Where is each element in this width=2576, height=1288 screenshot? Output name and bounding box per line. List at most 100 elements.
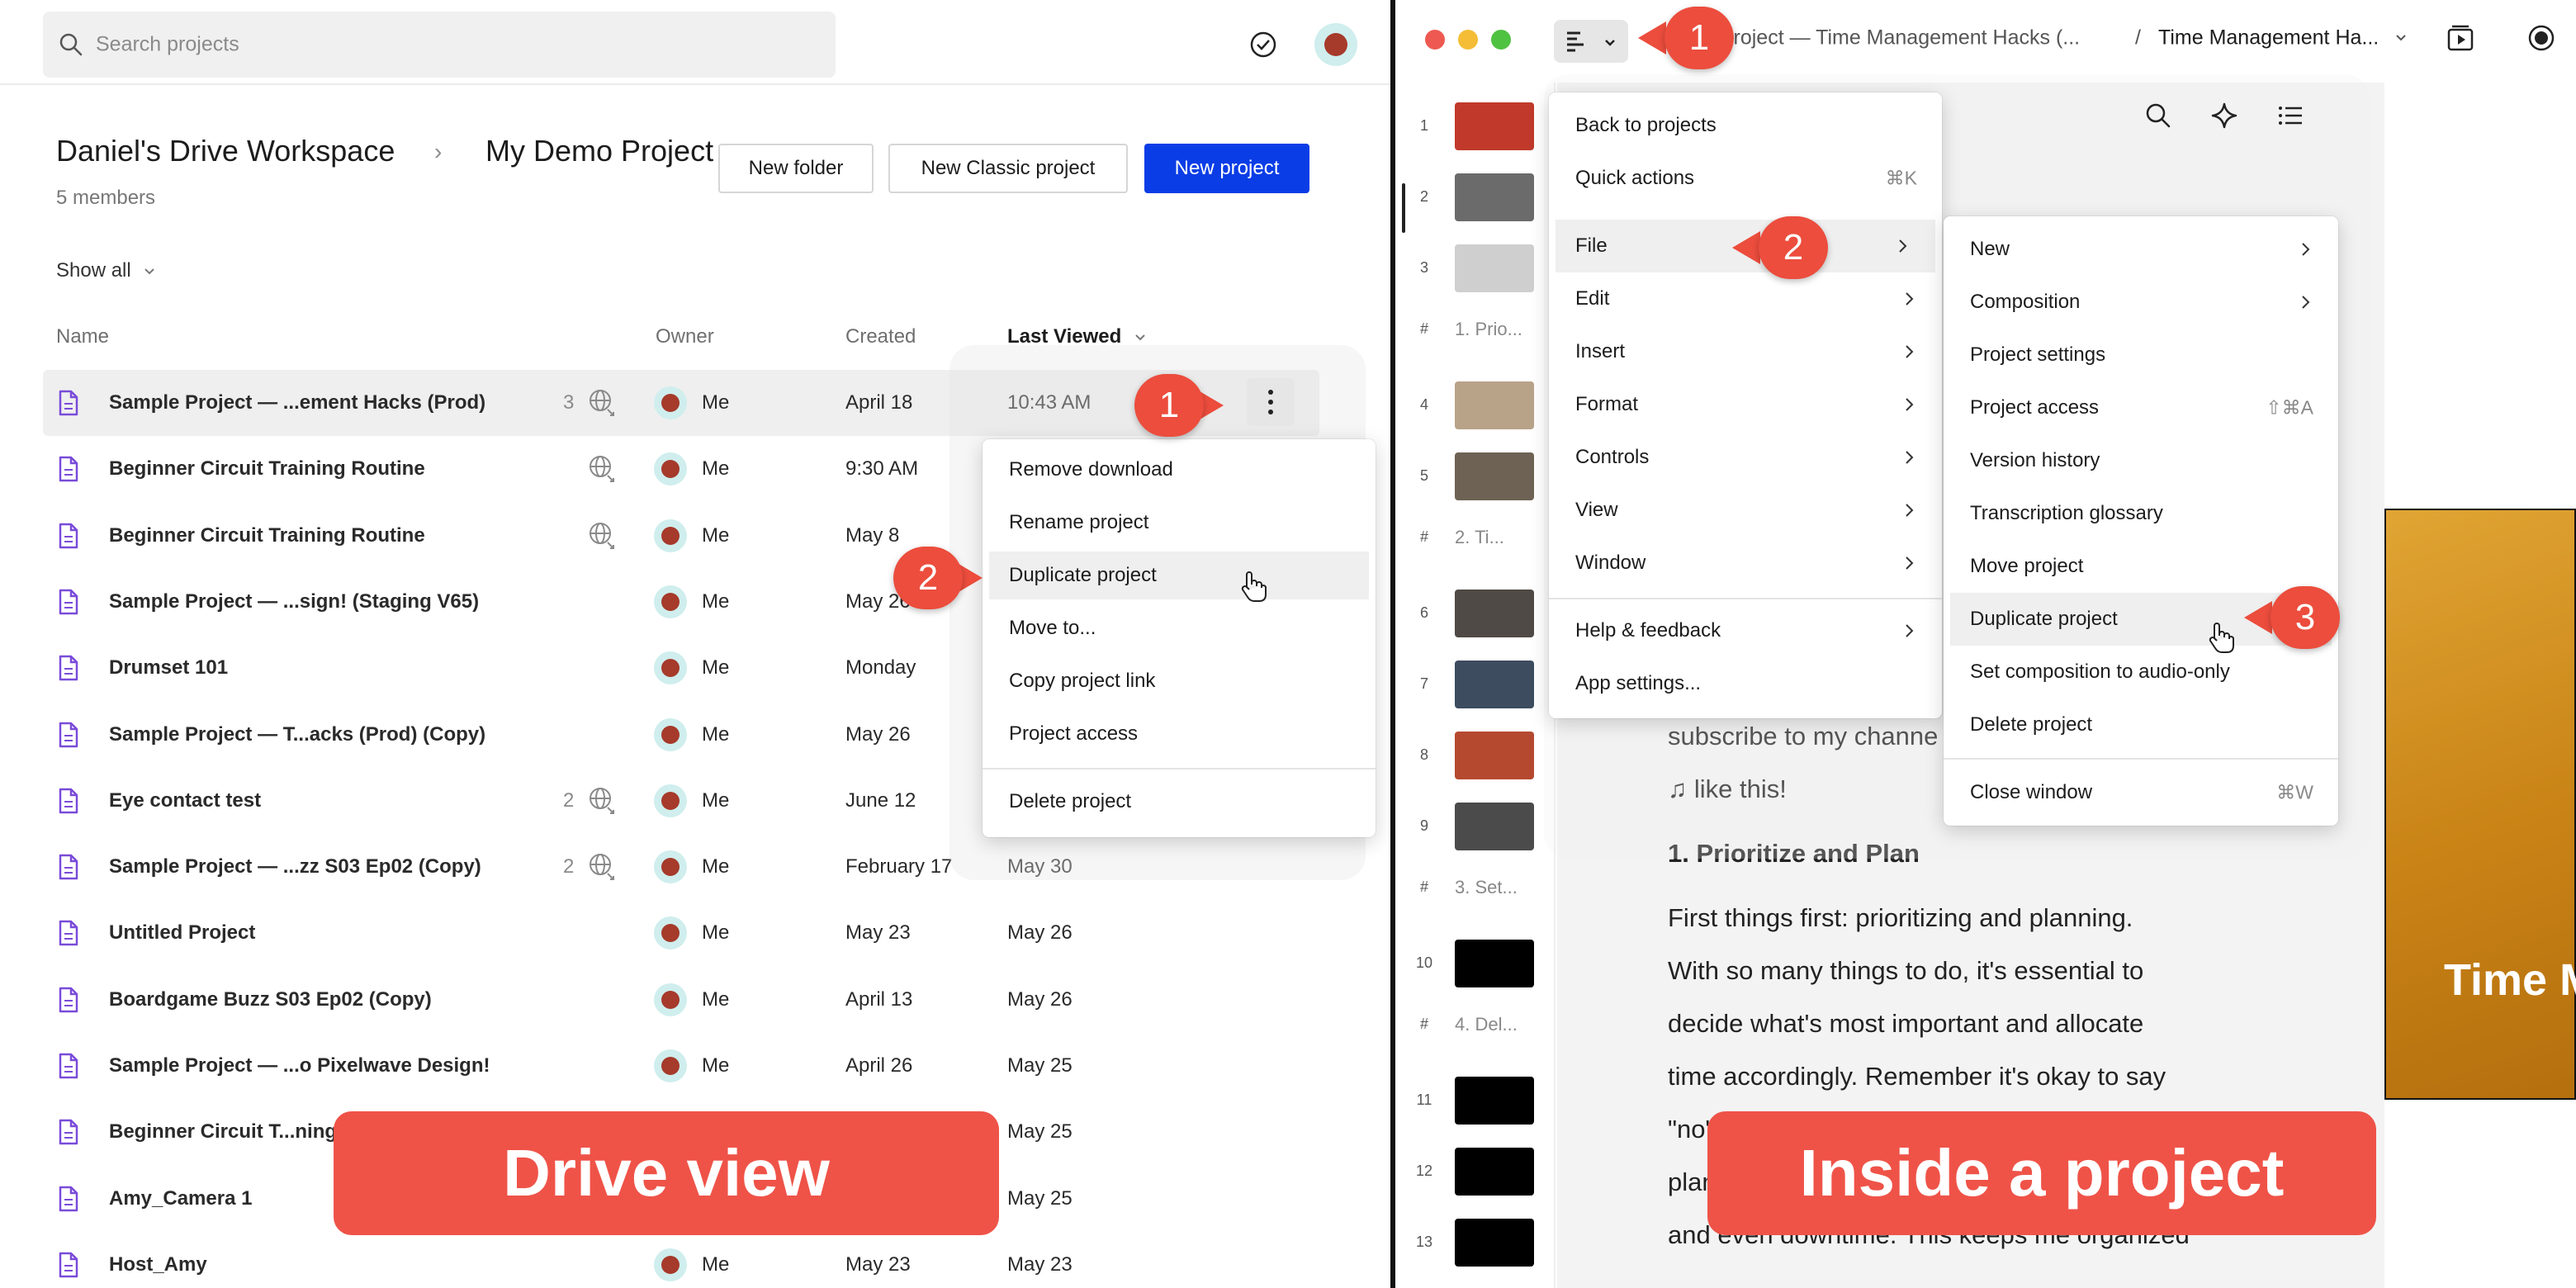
menu-item-window[interactable]: Window	[1549, 537, 1942, 590]
window-zoom-button[interactable]	[1491, 30, 1511, 50]
ai-sparkle-icon[interactable]	[2209, 101, 2239, 130]
menu-item-back-to-projects[interactable]: Back to projects	[1549, 99, 1942, 152]
project-name[interactable]: Untitled Project	[109, 921, 255, 945]
scene-thumbnail[interactable]	[1455, 1077, 1534, 1125]
menu-item-edit[interactable]: Edit	[1549, 272, 1942, 325]
scene-thumbnail[interactable]	[1455, 452, 1534, 500]
project-name[interactable]: Beginner Circuit Training Routine	[109, 457, 425, 481]
menu-item-project-access[interactable]: Project access	[983, 710, 1376, 758]
column-created[interactable]: Created	[845, 325, 916, 348]
project-name[interactable]: Sample Project — ...zz S03 Ep02 (Copy)	[109, 855, 481, 878]
main-menu-button[interactable]	[1554, 20, 1628, 63]
record-icon[interactable]	[2526, 23, 2556, 53]
menu-item-new[interactable]: New	[1944, 223, 2338, 276]
last-viewed-date: May 25	[1007, 1120, 1073, 1144]
scene-thumbnail[interactable]	[1455, 732, 1534, 779]
scene-thumbnail[interactable]	[1455, 244, 1534, 292]
scene-thumbnail[interactable]	[1455, 381, 1534, 429]
new-project-button[interactable]: New project	[1144, 144, 1309, 193]
menu-item-help[interactable]: Help & feedback	[1549, 604, 1942, 657]
scene-thumbnail[interactable]	[1455, 102, 1534, 150]
project-name[interactable]: Drumset 101	[109, 656, 228, 680]
chapter-label[interactable]: 3. Set...	[1455, 877, 1518, 898]
breadcrumb-composition[interactable]: Time Management Ha...	[2158, 26, 2379, 50]
window-close-button[interactable]	[1425, 30, 1445, 50]
menu-item-quick-actions[interactable]: Quick actions ⌘K	[1549, 152, 1942, 205]
menu-item-controls[interactable]: Controls	[1549, 431, 1942, 484]
menu-item-duplicate-project[interactable]: Duplicate project	[989, 552, 1369, 599]
project-name[interactable]: Boardgame Buzz S03 Ep02 (Copy)	[109, 988, 432, 1011]
search-input[interactable]: Search projects	[96, 33, 239, 57]
scene-thumbnail[interactable]	[1455, 661, 1534, 708]
menu-item-delete-project[interactable]: Delete project	[1944, 698, 2338, 751]
project-name[interactable]: Sample Project — ...ement Hacks (Prod)	[109, 391, 485, 414]
window-minimize-button[interactable]	[1458, 30, 1478, 50]
menu-item-move-to[interactable]: Move to...	[983, 604, 1376, 652]
project-name[interactable]: Sample Project — ...sign! (Staging V65)	[109, 590, 479, 613]
menu-item-project-access[interactable]: Project access ⇧⌘A	[1944, 381, 2338, 434]
project-row[interactable]: Sample Project — ...o Pixelwave Design! M…	[43, 1033, 1319, 1099]
breadcrumb-project[interactable]: My Demo Project	[485, 134, 725, 168]
menu-item-version-history[interactable]: Version history	[1944, 434, 2338, 487]
column-name[interactable]: Name	[56, 325, 109, 348]
step-callout-1: 1	[1134, 374, 1232, 437]
user-avatar[interactable]	[1314, 23, 1357, 66]
menu-item-close-window[interactable]: Close window ⌘W	[1944, 766, 2338, 819]
menu-item-copy-link[interactable]: Copy project link	[983, 657, 1376, 705]
project-name[interactable]: Host_Amy	[109, 1253, 207, 1276]
chapter-label[interactable]: 4. Del...	[1455, 1014, 1518, 1035]
project-name[interactable]: Amy_Camera 1	[109, 1187, 252, 1210]
menu-item-rename-project[interactable]: Rename project	[983, 499, 1376, 547]
menu-item-format[interactable]: Format	[1549, 378, 1942, 431]
scene-thumbnail[interactable]	[1455, 1148, 1534, 1196]
project-name[interactable]: Sample Project — ...o Pixelwave Design!	[109, 1054, 490, 1077]
more-options-button[interactable]	[1247, 378, 1295, 426]
scene-thumbnail[interactable]	[1455, 803, 1534, 850]
owner-name: Me	[702, 855, 730, 878]
owner-avatar	[654, 983, 687, 1016]
chapter-label[interactable]: 2. Ti...	[1455, 527, 1504, 548]
new-folder-button[interactable]: New folder	[718, 144, 874, 193]
tasks-check-icon[interactable]	[1248, 30, 1278, 59]
menu-item-move-project[interactable]: Move project	[1944, 540, 2338, 593]
breadcrumb-workspace[interactable]: Daniel's Drive Workspace	[56, 134, 395, 168]
menu-item-remove-download[interactable]: Remove download	[983, 446, 1376, 494]
project-row[interactable]: Host_Amy Me May 23 May 23	[43, 1232, 1319, 1288]
step-callout-2: 2	[1732, 216, 1854, 279]
scene-thumbnail[interactable]	[1455, 590, 1534, 637]
menu-item-composition[interactable]: Composition	[1944, 276, 2338, 329]
project-name[interactable]: Beginner Circuit Training Routine	[109, 524, 425, 547]
created-date: April 18	[845, 391, 913, 414]
project-name[interactable]: Eye contact test	[109, 789, 261, 812]
hand-cursor-icon	[1241, 571, 1267, 602]
new-classic-project-button[interactable]: New Classic project	[888, 144, 1128, 193]
scene-thumbnail[interactable]	[1455, 940, 1534, 987]
members-count[interactable]: 5 members	[56, 187, 155, 210]
menu-item-transcription-glossary[interactable]: Transcription glossary	[1944, 487, 2338, 540]
project-name[interactable]: Beginner Circuit T...ning	[109, 1120, 337, 1144]
column-owner[interactable]: Owner	[656, 325, 714, 348]
project-name[interactable]: Sample Project — T...acks (Prod) (Copy)	[109, 723, 485, 746]
scene-thumbnail[interactable]	[1455, 1219, 1534, 1267]
menu-item-app-settings[interactable]: App settings...	[1549, 657, 1942, 710]
owner-name: Me	[702, 722, 730, 746]
document-icon	[58, 523, 79, 553]
menu-item-insert[interactable]: Insert	[1549, 325, 1942, 378]
menu-item-audio-only[interactable]: Set composition to audio-only	[1944, 646, 2338, 698]
menu-item-view[interactable]: View	[1549, 484, 1942, 537]
video-preview-frame[interactable]	[2384, 509, 2576, 1100]
chapter-hash-icon: #	[1419, 878, 1428, 895]
composition-chevron-icon[interactable]	[2394, 31, 2408, 45]
chapter-label[interactable]: 1. Prio...	[1455, 319, 1522, 340]
menu-item-project-settings[interactable]: Project settings	[1944, 329, 2338, 381]
project-row[interactable]: Untitled Project Me May 23 May 26	[43, 900, 1319, 966]
preview-play-icon[interactable]	[2446, 23, 2475, 53]
scene-thumbnail[interactable]	[1455, 173, 1534, 221]
outline-list-icon[interactable]	[2275, 101, 2305, 130]
search-icon[interactable]	[2143, 101, 2173, 130]
shared-globe-icon	[588, 521, 616, 553]
show-all-filter[interactable]: Show all	[56, 259, 156, 282]
search-bar[interactable]: Search projects	[43, 12, 836, 78]
project-row[interactable]: Boardgame Buzz S03 Ep02 (Copy) Me April 13…	[43, 967, 1319, 1033]
menu-item-delete-project[interactable]: Delete project	[983, 778, 1376, 826]
